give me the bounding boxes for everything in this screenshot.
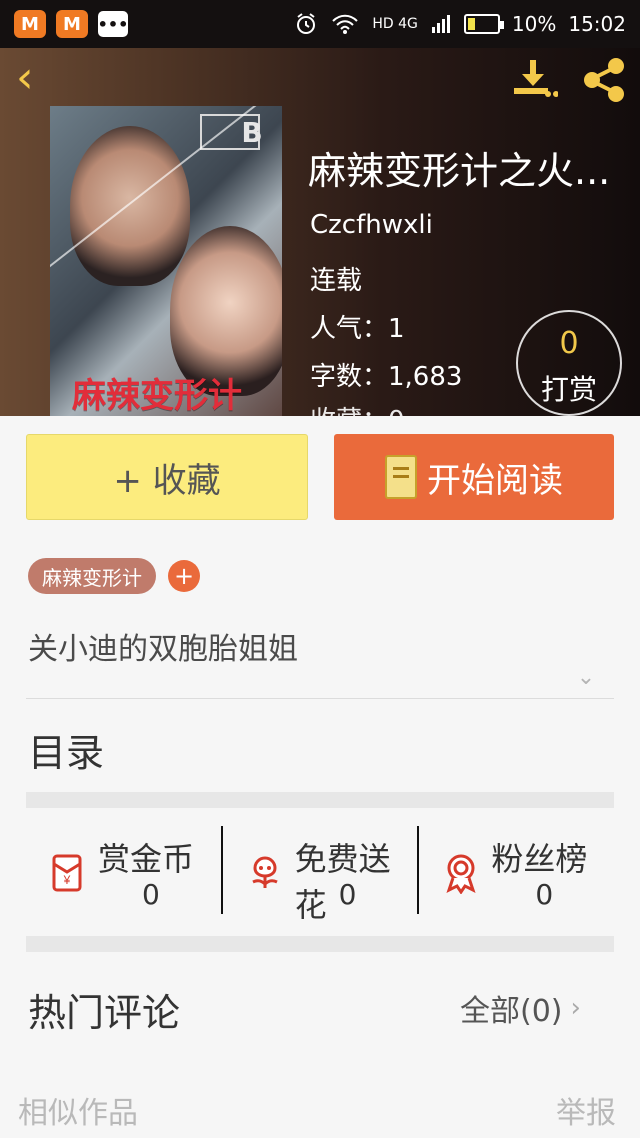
- stat-label: 赏金币: [98, 840, 195, 878]
- battery-percent: 10%: [511, 12, 557, 36]
- red-envelope-icon: ¥: [52, 854, 82, 892]
- download-icon[interactable]: [508, 56, 558, 102]
- cover-title: 麻辣变形计: [72, 376, 242, 416]
- add-tag-button[interactable]: +: [168, 560, 200, 592]
- signal-icon: [431, 15, 450, 33]
- book-title: 麻辣变形计之火...: [308, 149, 611, 193]
- stat-free-flowers[interactable]: 免费送花 0: [220, 826, 418, 924]
- share-icon[interactable]: [580, 56, 628, 104]
- wifi-icon: [332, 14, 359, 34]
- start-reading-button[interactable]: 开始阅读: [334, 434, 614, 520]
- divider: [26, 698, 614, 699]
- similar-works-link[interactable]: 相似作品: [18, 1088, 138, 1132]
- chevron-right-icon: ›: [570, 993, 581, 1023]
- popularity: 人气：1: [310, 314, 405, 344]
- book-tag-label: 麻辣变形计: [42, 565, 142, 590]
- status-left-icons: M M •••: [14, 10, 128, 38]
- back-icon[interactable]: ‹: [16, 56, 56, 100]
- app-notification-icon: M: [56, 10, 88, 38]
- stat-value: 0: [535, 878, 554, 911]
- chevron-down-icon[interactable]: ⌄: [574, 666, 598, 690]
- book-description: 关小迪的双胞胎姐姐: [28, 632, 298, 667]
- status-bar: M M ••• HD 4G 10% 15:02: [0, 0, 640, 48]
- book-cover[interactable]: B 麻辣变形计: [50, 106, 282, 416]
- start-reading-label: 开始阅读: [427, 460, 563, 501]
- all-comments-link[interactable]: 全部(0) ›: [460, 986, 581, 1030]
- all-comments-label: 全部(0): [460, 994, 563, 1029]
- status-right-icons: HD 4G 10% 15:02: [294, 12, 626, 36]
- message-icon: •••: [98, 11, 128, 37]
- svg-text:¥: ¥: [63, 873, 71, 887]
- section-separator: [26, 936, 614, 952]
- reward-count: 0: [559, 326, 579, 361]
- stat-label: 粉丝榜: [491, 840, 588, 878]
- author-name[interactable]: Czcfhwxli: [310, 210, 433, 240]
- book-detail-page: M M ••• HD 4G 10% 15:02 ‹ B 麻辣变形计 麻辣变形计之…: [0, 0, 640, 1138]
- medal-icon: [446, 854, 476, 894]
- book-tag[interactable]: 麻辣变形计: [28, 558, 156, 594]
- add-to-favorites-label: + 收藏: [113, 460, 221, 501]
- reward-button[interactable]: 0 打赏: [516, 310, 622, 416]
- section-separator: [26, 792, 614, 808]
- clock: 15:02: [568, 12, 626, 36]
- stat-value: 0: [338, 878, 357, 911]
- book-icon: [385, 455, 417, 499]
- reward-label: 打赏: [540, 373, 597, 406]
- hot-comments-title: 热门评论: [28, 991, 181, 1035]
- serial-status: 连载: [310, 266, 363, 296]
- network-indicator: HD 4G: [372, 16, 418, 32]
- book-details: + 收藏 开始阅读 麻辣变形计 + 关小迪的双胞胎姐姐 ⌄ 目录 ¥ 赏金币 0: [0, 416, 640, 1138]
- book-header: ‹ B 麻辣变形计 麻辣变形计之火... Czcfhwxli 连载 人气：1 字…: [0, 48, 640, 416]
- add-to-favorites-button[interactable]: + 收藏: [26, 434, 308, 520]
- flower-icon: [252, 856, 278, 888]
- stats-row: ¥ 赏金币 0 免费送花 0 粉丝榜 0: [26, 826, 614, 924]
- report-link[interactable]: 举报: [556, 1088, 616, 1132]
- word-count: 字数：1,683: [310, 362, 463, 392]
- stat-value: 0: [142, 878, 160, 911]
- stat-fan-ranking[interactable]: 粉丝榜 0: [417, 826, 614, 914]
- table-of-contents-title[interactable]: 目录: [28, 722, 104, 777]
- alarm-icon: [297, 13, 316, 34]
- stat-reward-coins[interactable]: ¥ 赏金币 0: [26, 826, 221, 914]
- app-notification-icon: M: [14, 10, 46, 38]
- favorites-count: 收藏：0: [310, 408, 405, 416]
- battery-icon: [463, 14, 504, 34]
